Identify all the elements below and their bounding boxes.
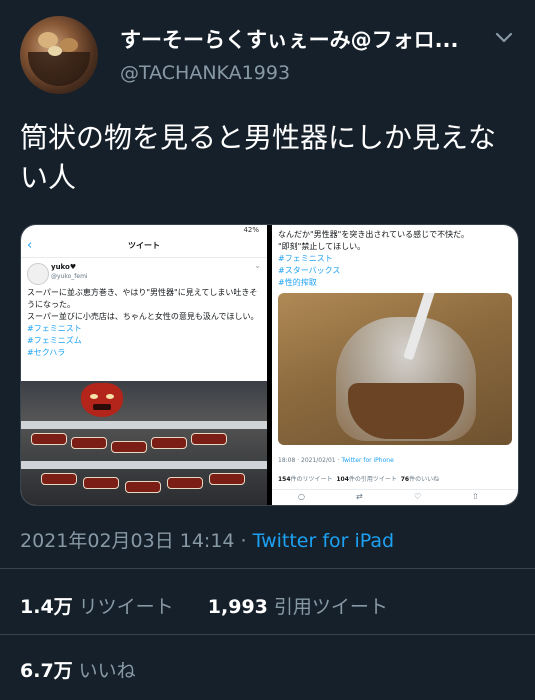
embedded-quote-count: 104 bbox=[336, 476, 349, 483]
embedded-body-line: なんだか"男性器"を突き出されている感じで不快だ。 bbox=[278, 230, 469, 239]
quote-label: 引用ツイート bbox=[273, 596, 388, 618]
reply-icon: ○ bbox=[298, 492, 305, 501]
embedded-source: Twitter for iPhone bbox=[341, 457, 394, 464]
hashtag: #フェミニスト bbox=[278, 254, 333, 263]
chevron-down-icon[interactable] bbox=[493, 26, 515, 48]
retweet-label: リツイート bbox=[78, 596, 174, 618]
hashtag: #フェミニスト bbox=[27, 324, 82, 333]
avatar[interactable] bbox=[20, 16, 98, 94]
embedded-time-text: 18:08 · 2021/02/01 · bbox=[278, 457, 342, 464]
embedded-like-count: 76 bbox=[400, 476, 410, 483]
embedded-tweet-body: スーパーに並ぶ恵方巻き、やはり"男性器"に見えてしまい吐きそうになった。 スーパ… bbox=[27, 287, 259, 359]
user-handle[interactable]: @TACHANKA1993 bbox=[120, 62, 290, 84]
like-label: いいね bbox=[78, 660, 136, 682]
sushi-roll-shape bbox=[167, 477, 203, 489]
avatar-food-shape bbox=[60, 38, 78, 52]
tweet-text: 筒状の物を見ると男性器にしか見えない人 bbox=[20, 121, 497, 194]
retweet-icon: ⇄ bbox=[356, 492, 363, 501]
embedded-body-line: スーパーに並ぶ恵方巻き、やはり"男性器"に見えてしまい吐きそうになった。 bbox=[27, 288, 258, 309]
shelf-shape bbox=[21, 421, 267, 429]
retweet-count: 1.4万 bbox=[20, 596, 73, 618]
embedded-body-line: スーパー並びに小売店は、ちゃんと女性の意見も汲んでほしい。 bbox=[27, 312, 259, 321]
sushi-roll-shape bbox=[111, 441, 147, 453]
embedded-meta-time: 18:08 · 2021/02/01 · Twitter for iPhone bbox=[278, 457, 394, 464]
embedded-nav-title: ツイート bbox=[128, 241, 160, 250]
embedded-meta-counts: 154件のリツイート 104件の引用ツイート 76件のいいね bbox=[278, 474, 439, 483]
display-name[interactable]: すーそーらくすぃぇーみ@フォロ... bbox=[120, 24, 460, 54]
oni-mask-shape bbox=[81, 383, 123, 417]
ehomaki-shelf-photo bbox=[21, 381, 267, 505]
like-icon: ♡ bbox=[414, 492, 422, 501]
embedded-like-label: 件のいいね bbox=[409, 476, 440, 483]
retweet-quote-stats: 1.4万 リツイート 1,993 引用ツイート bbox=[20, 592, 388, 619]
shelf-shape bbox=[21, 461, 267, 469]
retweet-stat[interactable]: 1.4万 リツイート bbox=[20, 596, 180, 618]
divider bbox=[0, 634, 535, 635]
sushi-roll-shape bbox=[151, 437, 187, 449]
sushi-roll-shape bbox=[125, 481, 161, 493]
like-stats[interactable]: 6.7万 いいね bbox=[20, 656, 136, 683]
like-count: 6.7万 bbox=[20, 660, 73, 682]
sushi-roll-shape bbox=[31, 433, 67, 445]
tweet-timestamp: 2021年02月03日 14:14 · Twitter for iPad bbox=[20, 526, 394, 553]
avatar-food-shape bbox=[48, 46, 62, 56]
media-image-left[interactable]: 42% ‹ ツイート yuko♥ @yuko_femi ⌄ スーパーに並ぶ恵方巻… bbox=[21, 225, 267, 505]
embedded-action-bar: ○ ⇄ ♡ ⇧ bbox=[272, 489, 518, 504]
tweet-header: すーそーらくすぃぇーみ@フォロ... @TACHANKA1993 bbox=[20, 16, 515, 96]
date-time: 2021年02月03日 14:14 · bbox=[20, 530, 253, 552]
embedded-body-line: "即刻"禁止してほしい。 bbox=[278, 242, 366, 251]
quote-count: 1,993 bbox=[207, 596, 268, 618]
hashtag: #スターバックス bbox=[278, 266, 341, 275]
hashtag: #フェミニズム bbox=[27, 336, 82, 345]
tweet-media[interactable]: 42% ‹ ツイート yuko♥ @yuko_femi ⌄ スーパーに並ぶ恵方巻… bbox=[20, 224, 519, 506]
status-bar: 42% bbox=[21, 225, 267, 235]
hashtag: #セクハラ bbox=[27, 348, 66, 357]
embedded-author-name: yuko♥ bbox=[51, 263, 77, 271]
share-icon: ⇧ bbox=[472, 492, 479, 501]
sushi-roll-shape bbox=[41, 473, 77, 485]
embedded-tweet-body: なんだか"男性器"を突き出されている感じで不快だ。 "即刻"禁止してほしい。 #… bbox=[278, 229, 510, 289]
source-link[interactable]: Twitter for iPad bbox=[253, 530, 394, 552]
embedded-retweet-count: 154 bbox=[278, 476, 291, 483]
more-icon: ⌄ bbox=[254, 261, 261, 270]
sushi-roll-shape bbox=[71, 437, 107, 449]
embedded-author-handle: @yuko_femi bbox=[51, 273, 88, 280]
sushi-roll-shape bbox=[191, 433, 227, 445]
sushi-roll-shape bbox=[83, 477, 119, 489]
hashtag: #性的搾取 bbox=[278, 278, 317, 287]
avatar-bowl-shape bbox=[28, 52, 90, 86]
embedded-retweet-label: 件のリツイート bbox=[290, 476, 333, 483]
embedded-quote-label: 件の引用ツイート bbox=[348, 476, 397, 483]
media-image-right[interactable]: なんだか"男性器"を突き出されている感じで不快だ。 "即刻"禁止してほしい。 #… bbox=[272, 225, 518, 505]
coffee-shape bbox=[348, 383, 464, 439]
coffee-cup-photo bbox=[278, 293, 512, 445]
battery-level: 42% bbox=[243, 226, 259, 234]
embedded-avatar bbox=[27, 263, 49, 285]
quote-stat[interactable]: 1,993 引用ツイート bbox=[208, 596, 388, 618]
divider bbox=[0, 568, 535, 569]
sushi-roll-shape bbox=[209, 473, 245, 485]
embedded-nav-bar: ‹ ツイート bbox=[21, 235, 267, 258]
